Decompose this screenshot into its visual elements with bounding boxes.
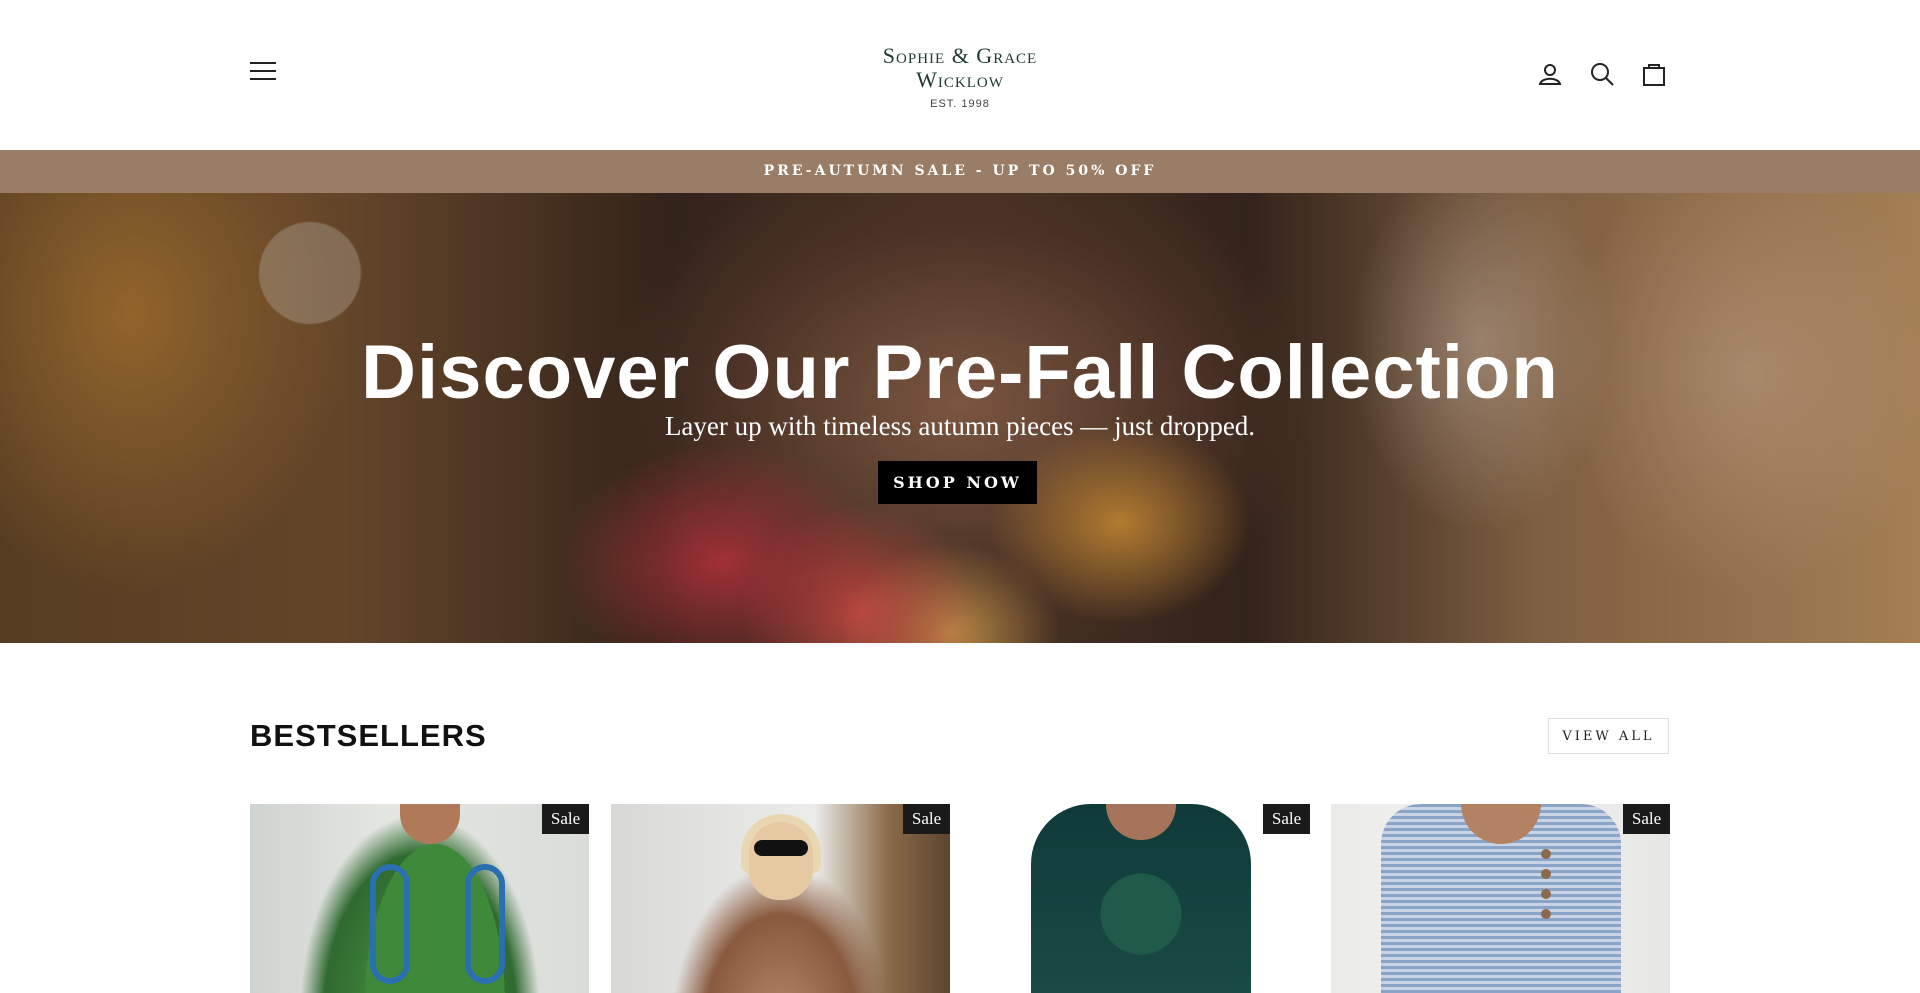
model-face bbox=[749, 822, 813, 900]
shop-now-button[interactable]: SHOP NOW bbox=[878, 461, 1037, 504]
dress-button bbox=[1541, 869, 1551, 879]
site-header: Sophie & Grace Wicklow EST. 1998 bbox=[0, 0, 1920, 150]
menu-icon[interactable] bbox=[250, 62, 276, 86]
dress-button bbox=[1541, 909, 1551, 919]
section-title: BESTSELLERS bbox=[250, 718, 487, 753]
model-neck bbox=[400, 804, 460, 844]
announcement-bar[interactable]: PRE-AUTUMN SALE - UP TO 50% OFF bbox=[0, 150, 1920, 193]
search-icon[interactable] bbox=[1588, 60, 1616, 88]
hero-banner: Discover Our Pre-Fall Collection Layer u… bbox=[0, 193, 1920, 643]
header-actions bbox=[1536, 60, 1672, 90]
product-image[interactable] bbox=[971, 804, 1310, 993]
product-image[interactable] bbox=[611, 804, 950, 993]
product-card[interactable]: Sale bbox=[250, 804, 589, 993]
view-all-button[interactable]: VIEW ALL bbox=[1548, 718, 1669, 754]
dress-button bbox=[1541, 889, 1551, 899]
brand-logo[interactable]: Sophie & Grace Wicklow EST. 1998 bbox=[860, 43, 1060, 111]
product-image[interactable] bbox=[1331, 804, 1670, 993]
product-card[interactable]: Sale bbox=[971, 804, 1310, 993]
product-card[interactable]: Sale bbox=[611, 804, 950, 993]
sale-badge: Sale bbox=[903, 804, 950, 834]
brand-name-line2: Wicklow bbox=[916, 67, 1004, 92]
hero-subtitle: Layer up with timeless autumn pieces — j… bbox=[664, 411, 1256, 441]
hero-content: Discover Our Pre-Fall Collection Layer u… bbox=[0, 193, 1920, 643]
dress-pattern bbox=[370, 864, 410, 984]
dress-pattern bbox=[465, 864, 505, 984]
sale-badge: Sale bbox=[542, 804, 589, 834]
account-icon[interactable] bbox=[1536, 60, 1564, 88]
model-sunglasses bbox=[754, 840, 808, 856]
sale-badge: Sale bbox=[1623, 804, 1670, 834]
brand-name-line1: Sophie & Grace bbox=[882, 43, 1038, 68]
brand-established: EST. 1998 bbox=[930, 98, 990, 110]
dress-button bbox=[1541, 849, 1551, 859]
cart-icon[interactable] bbox=[1640, 60, 1668, 88]
announcement-text: PRE-AUTUMN SALE - UP TO 50% OFF bbox=[763, 163, 1157, 179]
product-image[interactable] bbox=[250, 804, 589, 993]
sale-badge: Sale bbox=[1263, 804, 1310, 834]
hero-title: Discover Our Pre-Fall Collection bbox=[361, 330, 1559, 415]
product-card[interactable]: Sale bbox=[1331, 804, 1670, 993]
